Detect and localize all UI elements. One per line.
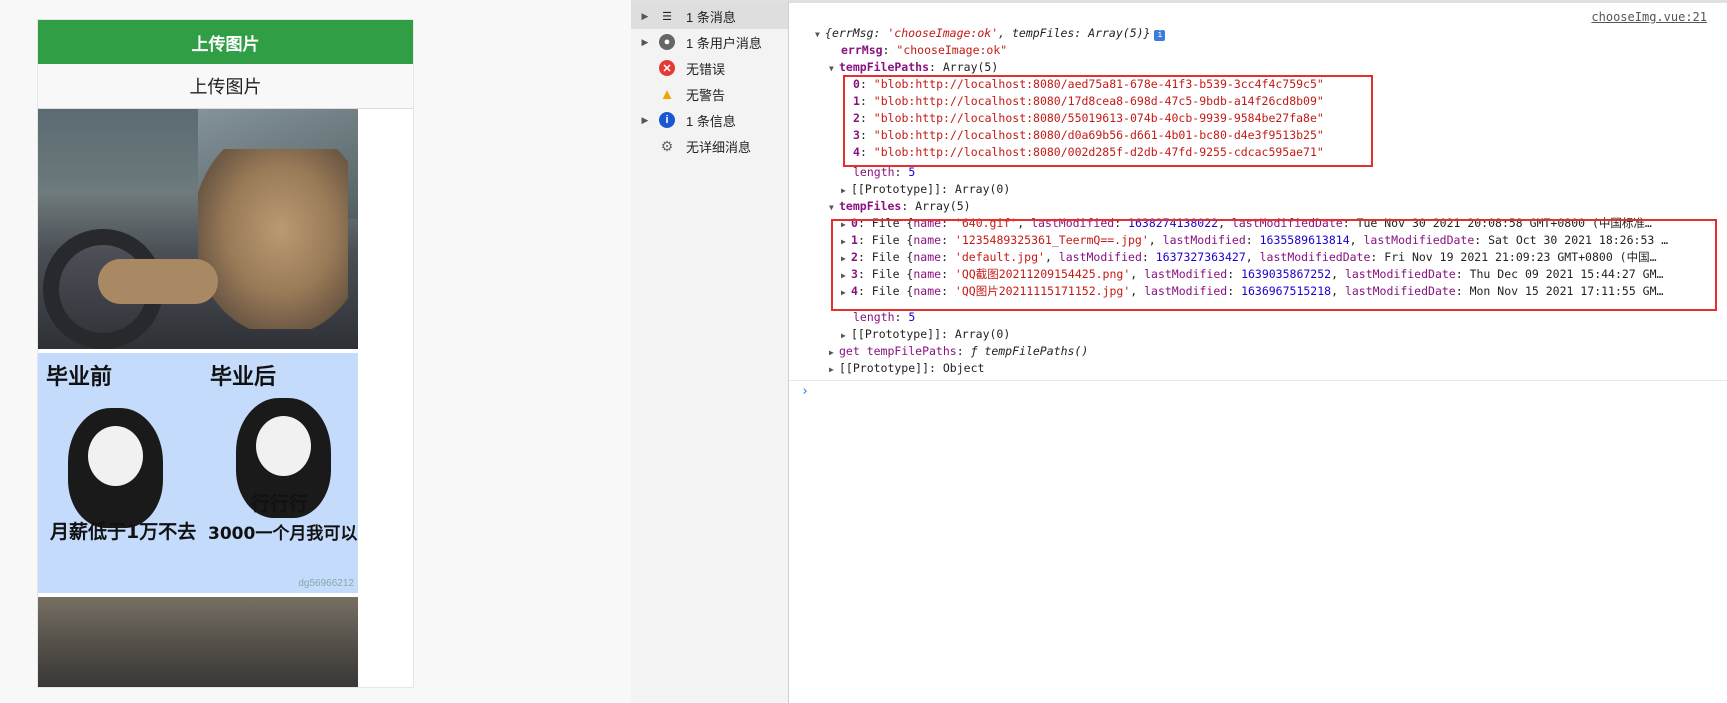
sidebar-item-label: 无错误 [686,61,726,77]
expand-arrow-icon[interactable]: ▶ [829,344,839,361]
object-summary[interactable]: ▼ {errMsg: 'chooseImage:ok', tempFiles: A… [815,25,1166,43]
highlight-box-files [831,219,1717,311]
expand-arrow-icon[interactable]: ▶ [841,327,851,344]
info-badge-icon[interactable]: i [1154,30,1166,41]
highlight-box-paths [843,75,1373,167]
user-icon: ● [659,34,675,50]
expand-arrow-icon[interactable]: ▶ [841,182,851,199]
meme-caption-left: 月薪低于1万不去 [50,521,197,543]
expand-arrow-icon[interactable]: ▶ [829,361,839,378]
console-divider [789,380,1727,381]
sidebar-item-info[interactable]: ▶ i 1 条信息 [631,107,788,133]
paths-length-row: length: 5 [853,165,916,179]
info-icon: i [659,112,675,128]
uploaded-image-meme: 毕业前 毕业后 月薪低于1万不去 行行行 3000一个月我可以 dg569662… [38,353,358,593]
sidebar-item-user-messages[interactable]: ▶ ● 1 条用户消息 [631,29,788,55]
sidebar-item-label: 1 条用户消息 [686,35,762,51]
upload-image-button[interactable]: 上传图片 [38,64,413,109]
cat-paws [98,259,218,304]
meme-caption-right-1: 行行行 [251,493,309,515]
navbar-title: 上传图片 [38,20,413,64]
meme-before-label: 毕业前 [46,365,113,390]
sidebar-item-messages[interactable]: ▶ ☰ 1 条消息 [631,3,788,29]
sidebar-item-label: 1 条信息 [686,113,736,129]
meme-after-label: 毕业后 [210,365,277,390]
gear-icon: ⚙ [660,137,674,154]
sidebar-item-warnings[interactable]: ▲ 无警告 [631,81,788,107]
sidebar-item-label: 无警告 [686,87,726,103]
console-sidebar: ▶ ☰ 1 条消息 ▶ ● 1 条用户消息 ✕ 无错误 ▲ 无警告 ▶ i 1 … [631,0,789,703]
console-prompt-icon[interactable]: › [801,384,809,399]
paths-prototype-row[interactable]: ▶ [[Prototype]]: Array(0) [841,181,1010,198]
cat-figure [198,149,348,329]
collapse-arrow-icon[interactable]: ▼ [829,60,839,77]
sidebar-item-label: 无详细消息 [686,139,752,155]
expand-arrow-icon[interactable]: ▶ [631,37,659,48]
source-link[interactable]: chooseImg.vue:21 [1591,10,1707,24]
mobile-preview: 上传图片 上传图片 毕业前 毕业后 月薪低于1万不去 行行行 3000一个月我可… [37,19,414,688]
errmsg-row: errMsg: "chooseImage:ok" [841,43,1008,57]
uploaded-image-landscape [38,597,358,687]
getter-row[interactable]: ▶ get tempFilePaths: ƒ tempFilePaths() [829,343,1088,360]
meme-caption-right-2: 3000一个月我可以 [208,524,358,544]
temp-files-row[interactable]: ▼ tempFiles: Array(5) [829,198,971,215]
collapse-arrow-icon[interactable]: ▼ [829,199,839,216]
temp-file-paths-row[interactable]: ▼ tempFilePaths: Array(5) [829,59,998,76]
error-icon: ✕ [659,60,675,76]
files-prototype-row[interactable]: ▶ [[Prototype]]: Array(0) [841,326,1010,343]
uploaded-image-cat-driving [38,109,358,349]
list-icon: ☰ [662,10,672,23]
sidebar-item-label: 1 条消息 [686,9,736,25]
warning-icon: ▲ [659,85,675,103]
collapse-arrow-icon[interactable]: ▼ [815,26,825,43]
panda-left [68,408,163,528]
console-output: chooseImg.vue:21 ▼ {errMsg: 'chooseImage:… [789,0,1727,703]
files-length-row: length: 5 [853,310,916,324]
sidebar-item-verbose[interactable]: ⚙ 无详细消息 [631,133,788,159]
meme-watermark: dg56966212 [298,578,354,589]
object-prototype-row[interactable]: ▶ [[Prototype]]: Object [829,360,984,377]
expand-arrow-icon[interactable]: ▶ [631,11,659,22]
expand-arrow-icon[interactable]: ▶ [631,115,659,126]
sidebar-item-errors[interactable]: ✕ 无错误 [631,55,788,81]
